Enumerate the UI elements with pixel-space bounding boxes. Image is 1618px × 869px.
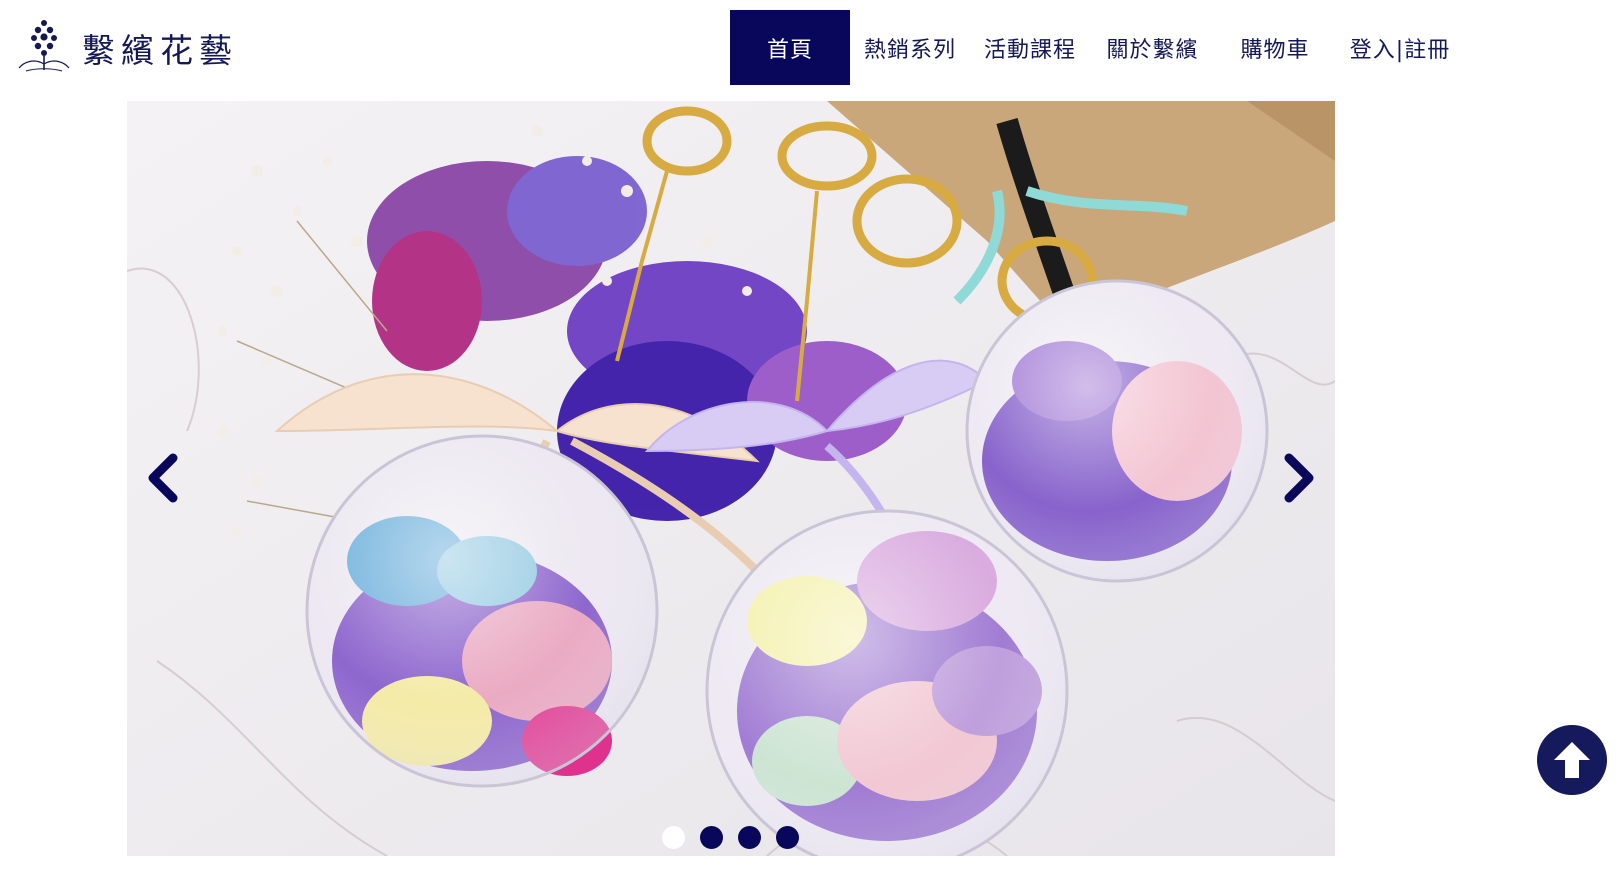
carousel-dot-1[interactable] bbox=[662, 826, 685, 849]
nav-item-login-register[interactable]: 登入|註冊 bbox=[1335, 10, 1465, 85]
brand-name: 繫繽花藝 bbox=[82, 31, 238, 70]
main-nav: 首頁 熱銷系列 活動課程 關於繫繽 購物車 登入|註冊 bbox=[730, 10, 1465, 85]
flower-emblem-icon bbox=[18, 20, 70, 72]
nav-item-about[interactable]: 關於繫繽 bbox=[1090, 10, 1215, 85]
back-to-top-button[interactable] bbox=[1537, 725, 1607, 795]
nav-item-courses[interactable]: 活動課程 bbox=[970, 10, 1090, 85]
nav-item-home[interactable]: 首頁 bbox=[730, 10, 850, 85]
arrow-up-icon bbox=[1554, 742, 1590, 778]
chevron-right-icon bbox=[1284, 453, 1314, 503]
brand-logo[interactable]: 繫繽花藝 bbox=[16, 18, 256, 78]
carousel-indicators bbox=[662, 826, 799, 849]
carousel-next-button[interactable] bbox=[1273, 428, 1325, 528]
carousel-prev-button[interactable] bbox=[137, 428, 189, 528]
carousel-dot-2[interactable] bbox=[700, 826, 723, 849]
slide-image-preserved-flower-keychains bbox=[127, 101, 1335, 856]
nav-item-cart[interactable]: 購物車 bbox=[1215, 10, 1335, 85]
carousel-dot-3[interactable] bbox=[738, 826, 761, 849]
hero-carousel bbox=[127, 101, 1335, 856]
carousel-dot-4[interactable] bbox=[776, 826, 799, 849]
nav-item-bestsellers[interactable]: 熱銷系列 bbox=[850, 10, 970, 85]
chevron-left-icon bbox=[148, 453, 178, 503]
